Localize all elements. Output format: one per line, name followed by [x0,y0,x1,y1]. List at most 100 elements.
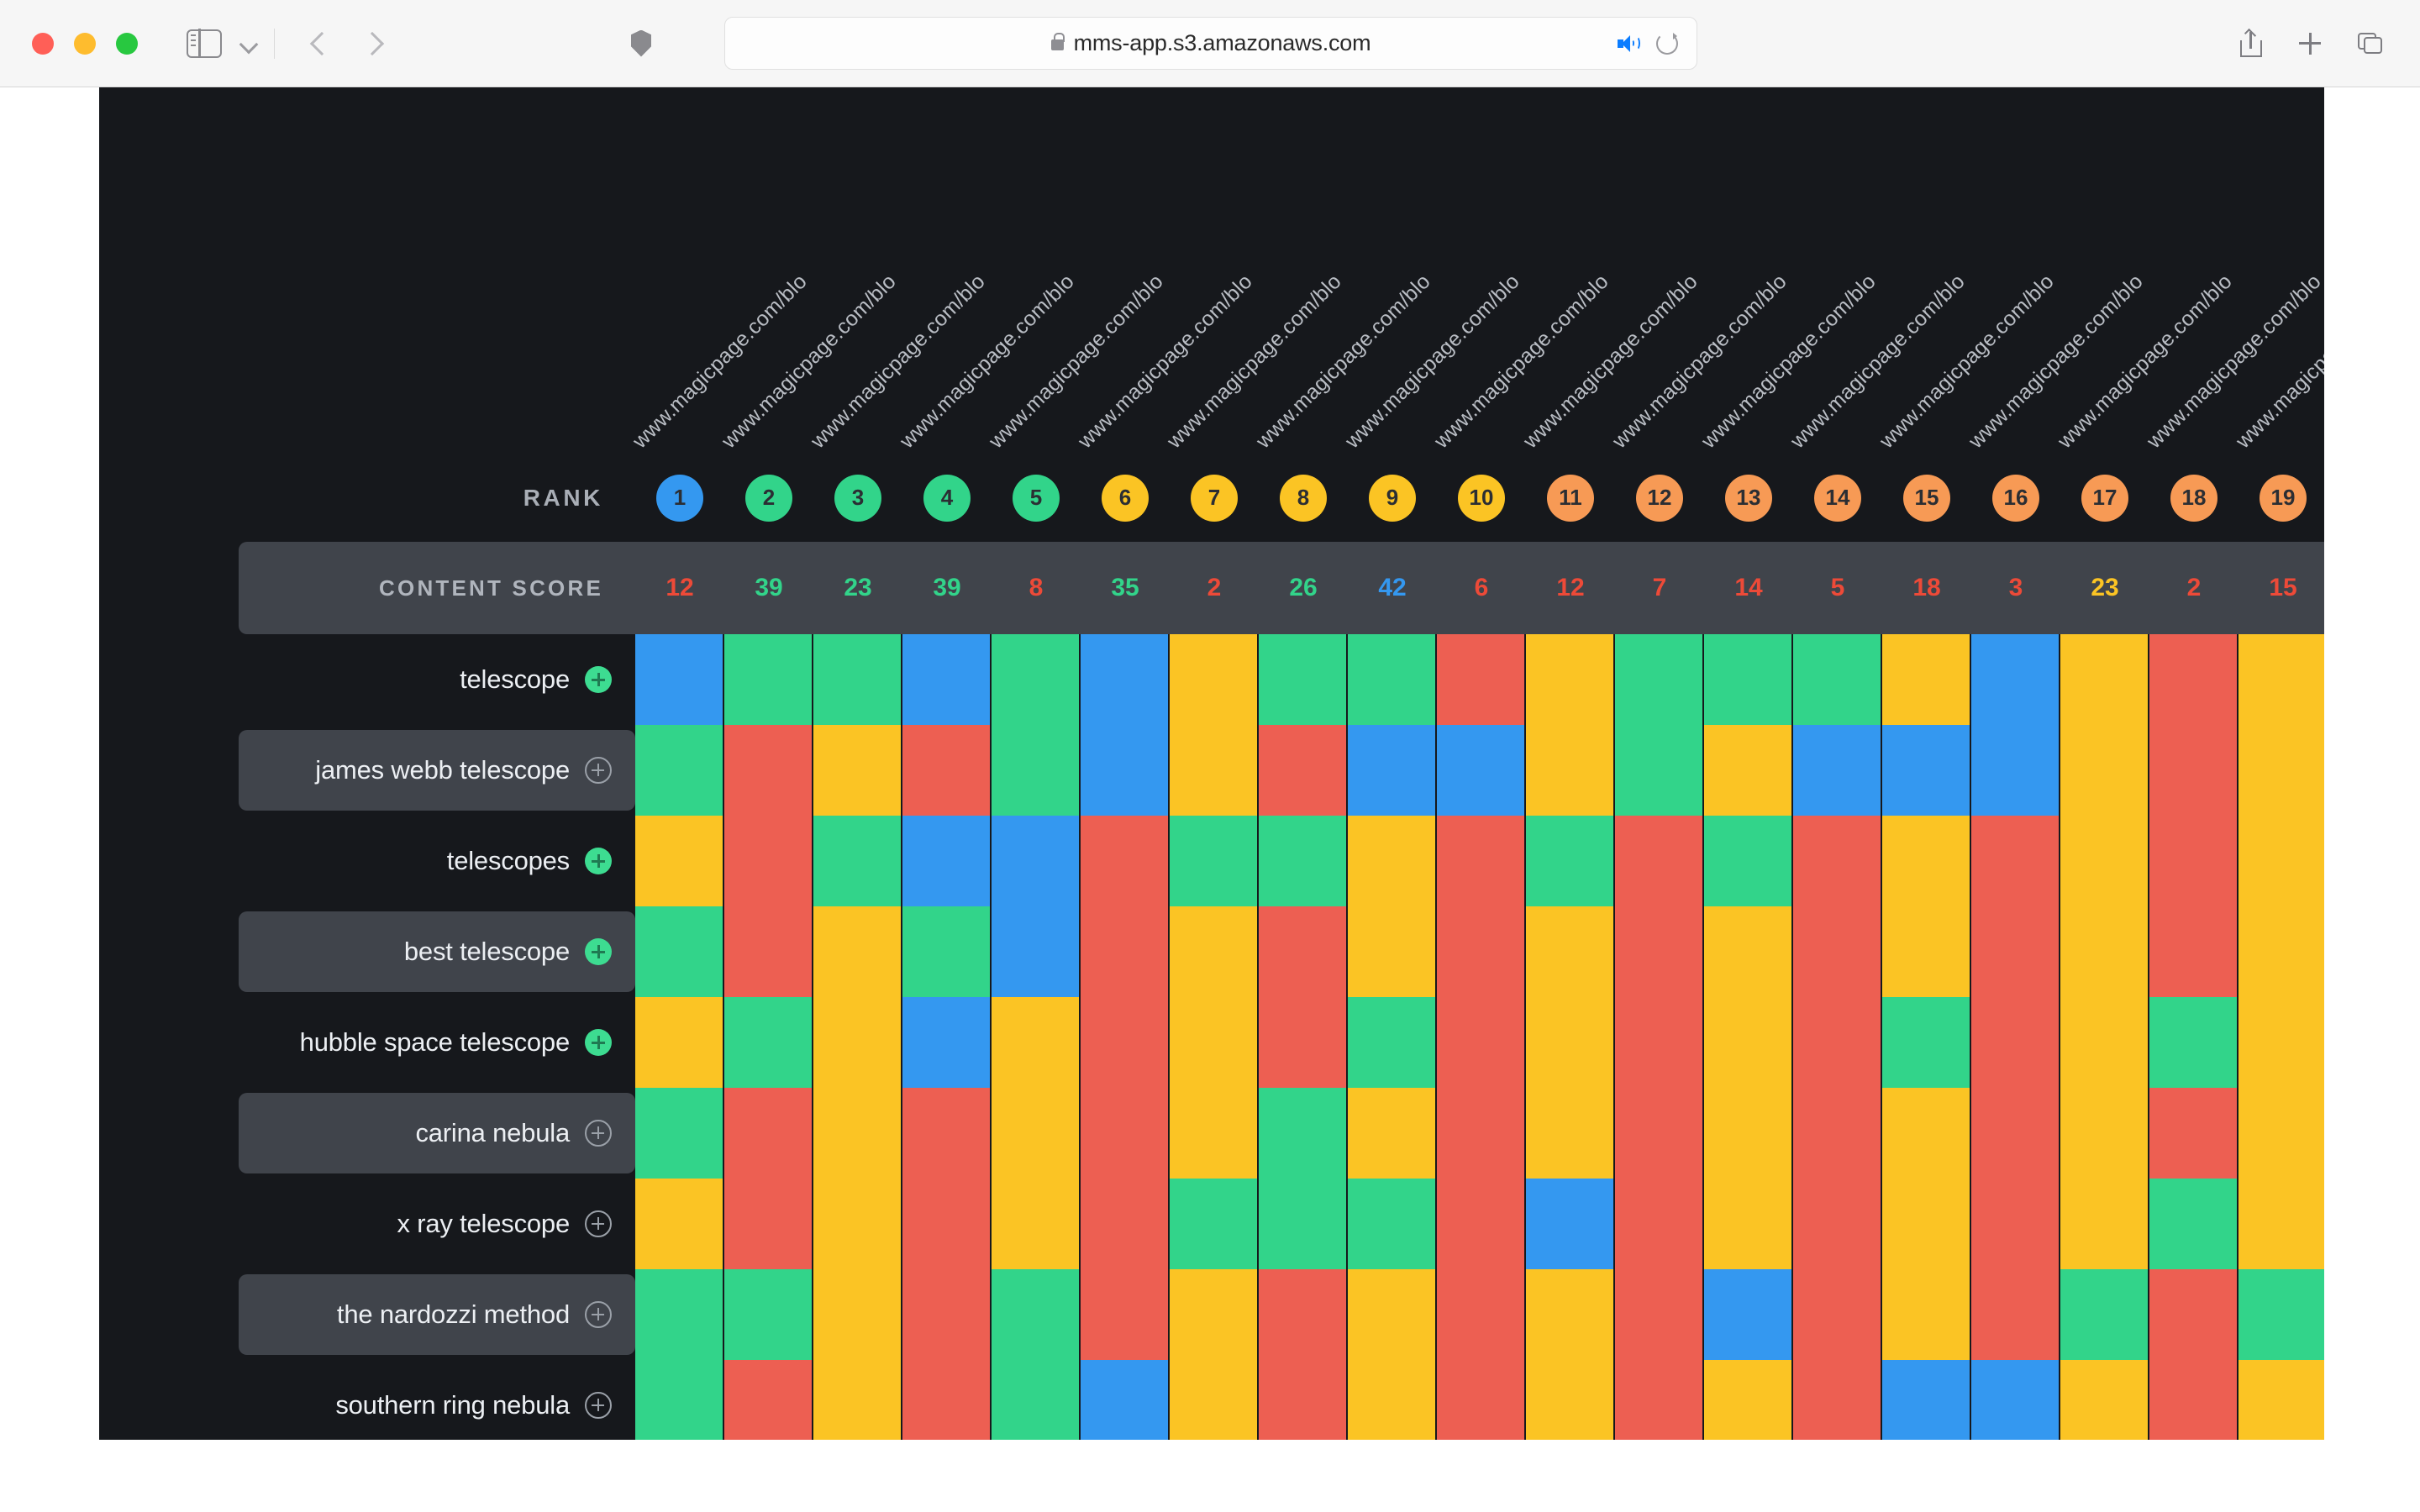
heatmap-cell[interactable] [992,1179,1079,1269]
heatmap-cell[interactable] [1437,1088,1524,1179]
heatmap-cell[interactable] [1971,1269,2059,1360]
heatmap-cell[interactable] [2060,1179,2148,1269]
heatmap-cell[interactable] [1615,634,1702,725]
heatmap-cell[interactable] [2060,725,2148,816]
back-arrow-icon[interactable] [310,34,329,53]
heatmap-cell[interactable] [1081,816,1168,906]
heatmap-cell[interactable] [1882,725,1970,816]
heatmap-cell[interactable] [635,1088,723,1179]
heatmap-cell[interactable] [1081,1179,1168,1269]
heatmap-cell[interactable] [1704,1088,1791,1179]
heatmap-cell[interactable] [635,997,723,1088]
heatmap-cell[interactable] [1259,725,1346,816]
heatmap-cell[interactable] [1882,1088,1970,1179]
heatmap-cell[interactable] [1259,1088,1346,1179]
heatmap-cell[interactable] [1348,634,1435,725]
heatmap-cell[interactable] [1348,997,1435,1088]
heatmap-cell[interactable] [992,725,1079,816]
heatmap-cell[interactable] [1793,1269,1881,1360]
heatmap-cell[interactable] [1793,997,1881,1088]
add-keyword-plus-icon[interactable] [585,757,612,784]
maximize-window-button[interactable] [116,32,138,55]
heatmap-cell[interactable] [1793,725,1881,816]
keyword-label-cell[interactable]: telescopes [239,821,635,901]
heatmap-cell[interactable] [1170,1088,1257,1179]
add-keyword-plus-icon[interactable] [585,1120,612,1147]
heatmap-cell[interactable] [1793,1179,1881,1269]
heatmap-cell[interactable] [1526,1179,1613,1269]
heatmap-cell[interactable] [635,1360,723,1440]
forward-arrow-icon[interactable] [360,34,379,53]
heatmap-cell[interactable] [1348,1269,1435,1360]
heatmap-cell[interactable] [1971,906,2059,997]
keyword-label-cell[interactable]: x ray telescope [239,1184,635,1264]
heatmap-cell[interactable] [992,634,1079,725]
heatmap-cell[interactable] [813,1360,901,1440]
heatmap-cell[interactable] [2149,725,2237,816]
heatmap-cell[interactable] [2060,906,2148,997]
add-keyword-plus-icon[interactable] [585,1392,612,1419]
heatmap-cell[interactable] [2149,634,2237,725]
heatmap-cell[interactable] [2238,725,2324,816]
heatmap-cell[interactable] [2149,1088,2237,1179]
add-keyword-plus-icon[interactable] [585,666,612,693]
rank-badge[interactable]: 3 [834,474,881,522]
heatmap-cell[interactable] [724,1360,812,1440]
heatmap-cell[interactable] [1437,1269,1524,1360]
speaker-icon[interactable] [1618,34,1640,52]
rank-badge[interactable]: 16 [1992,474,2039,522]
rank-badge[interactable]: 1 [656,474,703,522]
rank-badge[interactable]: 12 [1636,474,1683,522]
heatmap-cell[interactable] [1259,634,1346,725]
heatmap-cell[interactable] [724,816,812,906]
heatmap-cell[interactable] [2060,816,2148,906]
keyword-label-cell[interactable]: hubble space telescope [239,1002,635,1083]
heatmap-cell[interactable] [1971,1088,2059,1179]
keyword-label-cell[interactable]: carina nebula [239,1093,635,1173]
heatmap-cell[interactable] [1259,997,1346,1088]
heatmap-cell[interactable] [902,1179,990,1269]
heatmap-cell[interactable] [992,906,1079,997]
heatmap-cell[interactable] [1259,1179,1346,1269]
heatmap-cell[interactable] [1259,1269,1346,1360]
heatmap-cell[interactable] [1081,1269,1168,1360]
heatmap-cell[interactable] [1793,634,1881,725]
heatmap-cell[interactable] [902,1360,990,1440]
heatmap-cell[interactable] [1971,997,2059,1088]
heatmap-cell[interactable] [1437,1179,1524,1269]
heatmap-cell[interactable] [1259,906,1346,997]
heatmap-cell[interactable] [635,725,723,816]
rank-badge[interactable]: 10 [1458,474,1505,522]
heatmap-cell[interactable] [1437,725,1524,816]
heatmap-cell[interactable] [1615,1179,1702,1269]
shield-icon[interactable] [631,29,651,57]
heatmap-cell[interactable] [813,997,901,1088]
heatmap-cell[interactable] [1615,997,1702,1088]
add-keyword-plus-icon[interactable] [585,1029,612,1056]
heatmap-cell[interactable] [1170,1269,1257,1360]
keyword-label-cell[interactable]: telescope [239,639,635,720]
heatmap-cell[interactable] [724,1179,812,1269]
heatmap-cell[interactable] [2060,997,2148,1088]
heatmap-cell[interactable] [1526,634,1613,725]
heatmap-cell[interactable] [1971,1179,2059,1269]
heatmap-cell[interactable] [2060,1360,2148,1440]
heatmap-cell[interactable] [2060,1088,2148,1179]
share-icon[interactable] [2240,28,2262,57]
heatmap-cell[interactable] [724,1088,812,1179]
add-keyword-plus-icon[interactable] [585,1210,612,1237]
heatmap-cell[interactable] [1170,906,1257,997]
heatmap-cell[interactable] [1170,997,1257,1088]
heatmap-cell[interactable] [902,1269,990,1360]
rank-badge[interactable]: 19 [2260,474,2307,522]
heatmap-cell[interactable] [2149,997,2237,1088]
rank-badge[interactable]: 7 [1191,474,1238,522]
heatmap-cell[interactable] [1170,725,1257,816]
heatmap-cell[interactable] [2238,1269,2324,1360]
heatmap-cell[interactable] [724,906,812,997]
rank-badge[interactable]: 2 [745,474,792,522]
plus-icon[interactable] [2299,32,2321,55]
heatmap-cell[interactable] [1793,1360,1881,1440]
heatmap-cell[interactable] [1615,906,1702,997]
heatmap-cell[interactable] [1615,816,1702,906]
